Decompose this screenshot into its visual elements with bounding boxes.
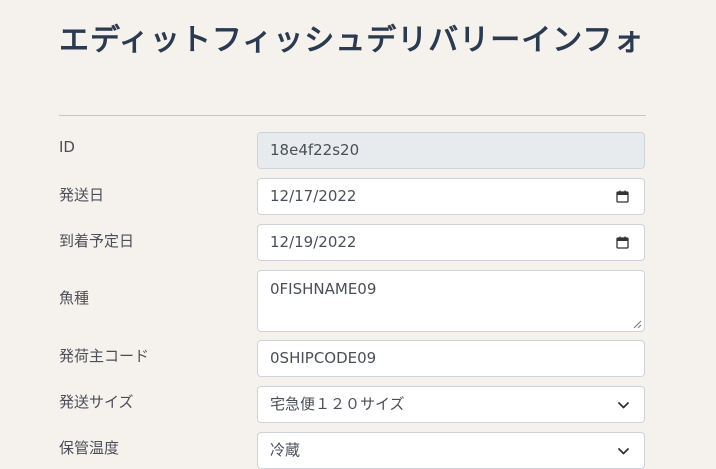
resize-grip-icon[interactable] bbox=[633, 320, 642, 329]
ship-date-input[interactable]: 12/17/2022 bbox=[257, 178, 645, 215]
page-title: エディットフィッシュデリバリーインフォ bbox=[59, 23, 645, 58]
ship-date-value: 12/17/2022 bbox=[270, 187, 357, 205]
fish-type-label: 魚種 bbox=[59, 289, 90, 307]
chevron-down-icon bbox=[618, 448, 629, 455]
ship-size-value: 宅急便１２０サイズ bbox=[270, 395, 405, 413]
ship-size-select[interactable]: 宅急便１２０サイズ bbox=[257, 386, 645, 423]
title-divider bbox=[59, 115, 646, 116]
chevron-down-icon bbox=[618, 402, 629, 409]
ship-date-label: 発送日 bbox=[59, 186, 105, 204]
shipper-code-input[interactable]: 0SHIPCODE09 bbox=[257, 340, 645, 377]
storage-temp-label: 保管温度 bbox=[59, 439, 120, 457]
arrival-date-label: 到着予定日 bbox=[59, 232, 135, 250]
id-value: 18e4f22s20 bbox=[270, 141, 360, 159]
storage-temp-select[interactable]: 冷蔵 bbox=[257, 432, 645, 469]
edit-form-container: エディットフィッシュデリバリーインフォ ID 18e4f22s20 発送日 12… bbox=[59, 0, 646, 469]
arrival-date-value: 12/19/2022 bbox=[270, 233, 357, 251]
calendar-icon[interactable] bbox=[616, 190, 629, 203]
fish-type-value: 0FISHNAME09 bbox=[270, 280, 377, 298]
shipper-code-value: 0SHIPCODE09 bbox=[270, 349, 377, 367]
calendar-icon[interactable] bbox=[616, 236, 629, 249]
storage-temp-value: 冷蔵 bbox=[270, 441, 301, 459]
id-label: ID bbox=[59, 138, 75, 156]
id-field: 18e4f22s20 bbox=[257, 132, 645, 169]
ship-size-label: 発送サイズ bbox=[59, 393, 134, 411]
arrival-date-input[interactable]: 12/19/2022 bbox=[257, 224, 645, 261]
fish-type-textarea[interactable]: 0FISHNAME09 bbox=[257, 270, 645, 332]
shipper-code-label: 発荷主コード bbox=[59, 347, 150, 365]
